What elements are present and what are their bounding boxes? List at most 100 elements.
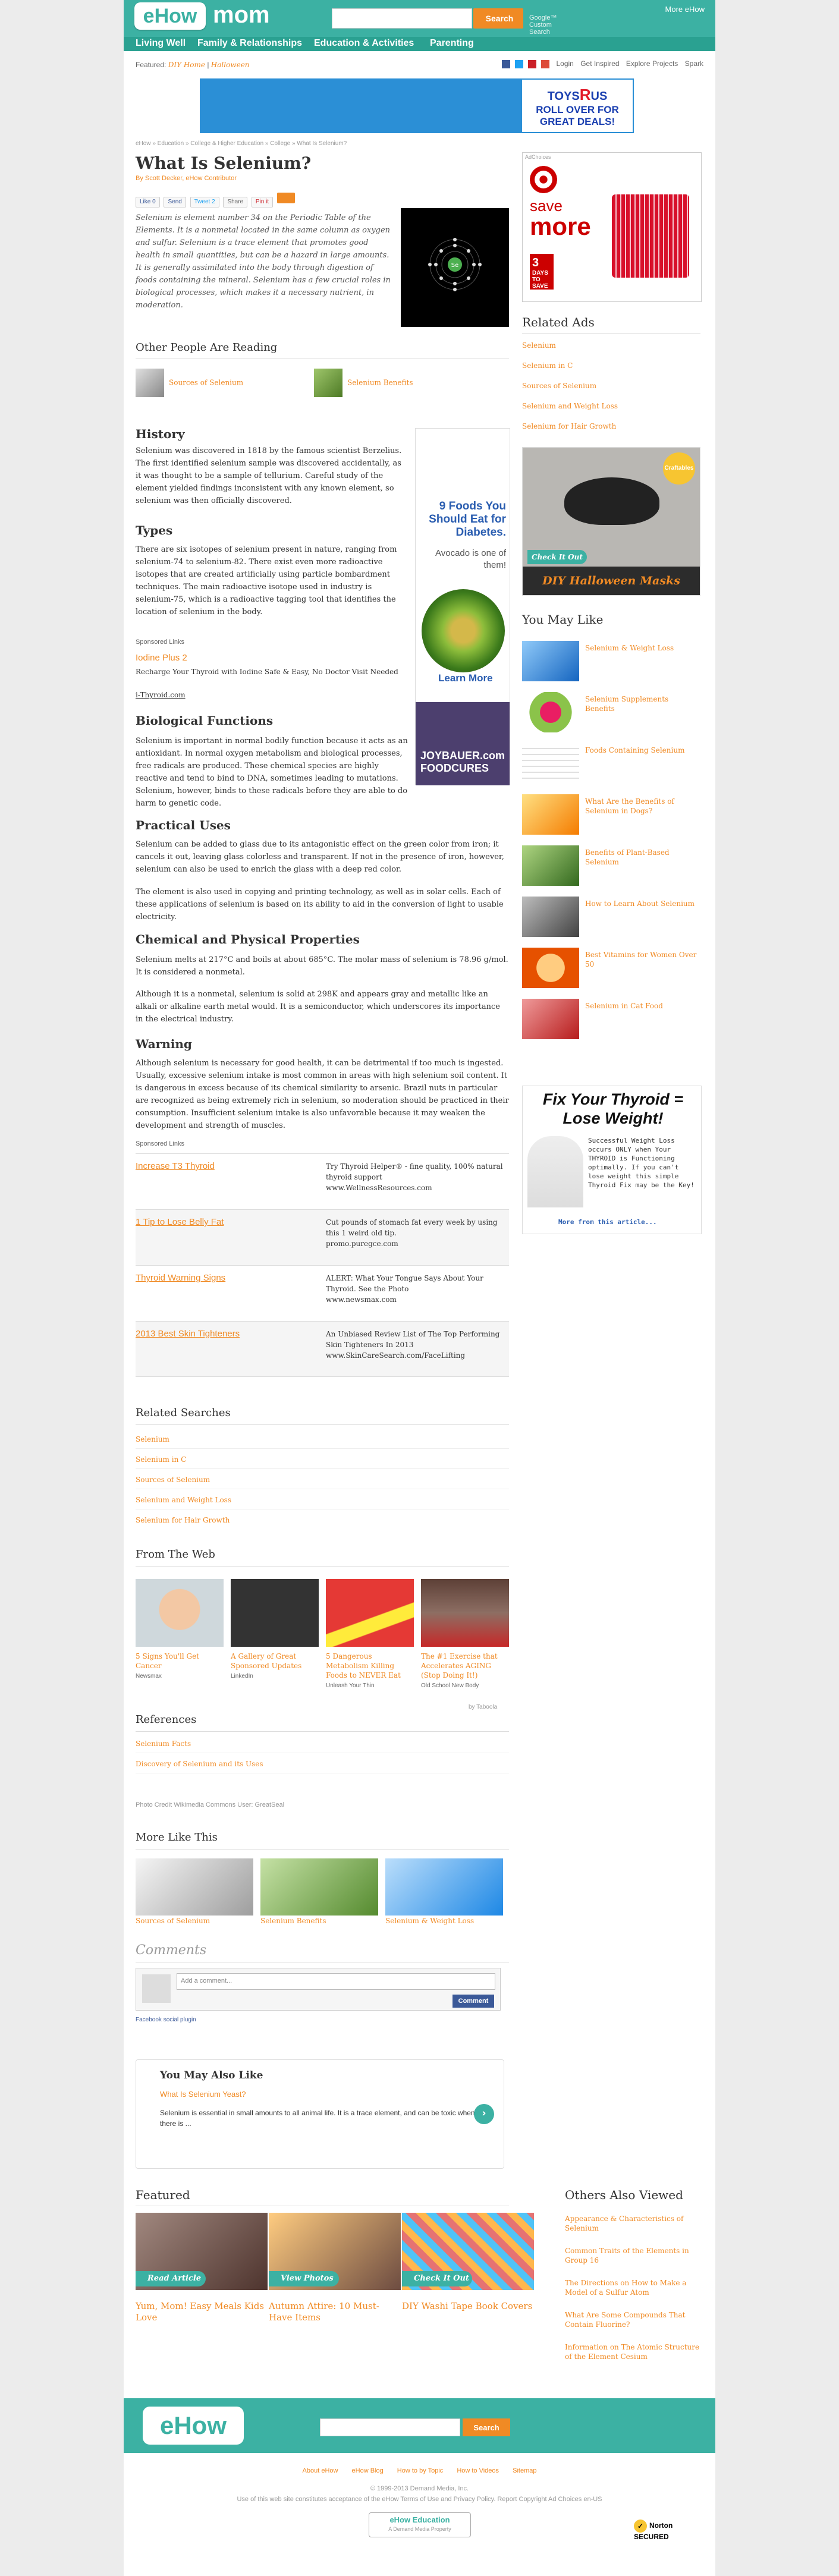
web-card-title[interactable]: The #1 Exercise that Accelerates AGING (… xyxy=(421,1652,509,1680)
web-card[interactable]: 5 Signs You'll Get Cancer Newsmax xyxy=(136,1579,224,1679)
pin-it-button[interactable]: Pin it xyxy=(251,197,274,207)
arrow-right-icon[interactable]: › xyxy=(474,2104,494,2124)
ymal-link[interactable]: What Is Selenium Yeast? xyxy=(160,2090,246,2099)
check-it-out-label[interactable]: Check It Out xyxy=(527,550,587,564)
facebook-plugin-label[interactable]: Facebook social plugin xyxy=(136,2017,196,2023)
target-ad[interactable]: AdChoices save more 3 DAYS TO SAVE xyxy=(522,152,702,302)
featured-card[interactable]: View Photos Autumn Attire: 10 Must-Have … xyxy=(269,2213,401,2323)
thyroid-ad-more-link[interactable]: More from this article... xyxy=(558,1218,657,1226)
table-row[interactable]: Increase T3 Thyroid Try Thyroid Helper® … xyxy=(136,1153,509,1209)
spark-link[interactable]: Spark xyxy=(685,59,703,68)
sponsored-link-iodine[interactable]: Iodine Plus 2 xyxy=(136,653,187,663)
search-button[interactable]: Search xyxy=(473,8,523,29)
read-article-label[interactable]: Read Article xyxy=(136,2271,206,2286)
thyroid-ad[interactable]: Fix Your Thyroid = Lose Weight! Successf… xyxy=(522,1086,702,1234)
web-card-title[interactable]: A Gallery of Great Sponsored Updates xyxy=(231,1652,319,1671)
taboola-credit[interactable]: by Taboola xyxy=(469,1704,497,1710)
facebook-icon[interactable] xyxy=(502,59,511,68)
get-inspired-link[interactable]: Get Inspired xyxy=(580,59,619,68)
web-card[interactable]: 5 Dangerous Metabolism Killing Foods to … xyxy=(326,1579,414,1689)
breadcrumb[interactable]: eHow » Education » College & Higher Educ… xyxy=(136,140,347,147)
facebook-like-button[interactable]: Like 0 xyxy=(136,197,160,207)
more-like-card[interactable]: Sources of Selenium xyxy=(136,1858,253,1925)
other-reading-item[interactable]: Sources of Selenium xyxy=(136,369,243,397)
featured-title[interactable]: Yum, Mom! Easy Meals Kids Love xyxy=(136,2301,268,2323)
login-link[interactable]: Login xyxy=(556,59,573,68)
share-button[interactable]: Share xyxy=(223,197,248,207)
facebook-send-button[interactable]: Send xyxy=(164,197,186,207)
toys-r-us-ad[interactable]: TOYSRUS ROLL OVER FOR GREAT DEALS! xyxy=(521,78,634,133)
ad-link[interactable]: 1 Tip to Lose Belly Fat xyxy=(136,1217,224,1227)
nav-living-well[interactable]: Living Well xyxy=(136,38,186,49)
related-search-link[interactable]: Selenium in C xyxy=(136,1455,186,1464)
related-ad-link[interactable]: Selenium in C xyxy=(522,361,573,370)
yml-link[interactable]: Selenium Supplements Benefits xyxy=(585,694,698,713)
ad-url[interactable]: www.newsmax.com xyxy=(326,1295,397,1304)
related-search-link[interactable]: Selenium xyxy=(136,1435,169,1443)
sponsored-url[interactable]: i-Thyroid.com xyxy=(136,691,186,699)
web-card-title[interactable]: 5 Dangerous Metabolism Killing Foods to … xyxy=(326,1652,414,1680)
yml-link[interactable]: Benefits of Plant-Based Selenium xyxy=(585,848,698,867)
you-may-like-item[interactable]: Benefits of Plant-Based Selenium xyxy=(522,845,700,888)
you-may-like-item[interactable]: Foods Containing Selenium xyxy=(522,743,700,786)
ad-url[interactable]: www.WellnessResources.com xyxy=(326,1184,432,1192)
yml-link[interactable]: Foods Containing Selenium xyxy=(585,746,698,755)
web-card-title[interactable]: 5 Signs You'll Get Cancer xyxy=(136,1652,224,1671)
others-viewed-link[interactable]: Information on The Atomic Structure of t… xyxy=(565,2342,702,2361)
web-card[interactable]: The #1 Exercise that Accelerates AGING (… xyxy=(421,1579,509,1689)
footer-search-input[interactable] xyxy=(320,2418,460,2436)
table-row[interactable]: Thyroid Warning Signs ALERT: What Your T… xyxy=(136,1265,509,1321)
table-row[interactable]: 2013 Best Skin Tighteners An Unbiased Re… xyxy=(136,1321,509,1377)
more-like-card[interactable]: Selenium Benefits xyxy=(260,1858,378,1925)
rss-icon[interactable] xyxy=(276,193,295,203)
search-input[interactable] xyxy=(332,8,472,29)
related-ad-link[interactable]: Sources of Selenium xyxy=(522,382,596,390)
more-like-card[interactable]: Selenium & Weight Loss xyxy=(385,1858,503,1925)
pinterest-icon[interactable] xyxy=(528,59,537,68)
nav-parenting[interactable]: Parenting xyxy=(430,38,474,49)
ad-link[interactable]: Increase T3 Thyroid xyxy=(136,1161,215,1171)
ad-url[interactable]: promo.puregce.com xyxy=(326,1240,398,1248)
explore-projects-link[interactable]: Explore Projects xyxy=(626,59,678,68)
footer-link[interactable]: Sitemap xyxy=(513,2467,536,2474)
you-may-like-item[interactable]: Selenium Supplements Benefits xyxy=(522,692,700,735)
footer-search-button[interactable]: Search xyxy=(463,2418,510,2436)
featured-title[interactable]: DIY Washi Tape Book Covers xyxy=(402,2301,534,2312)
twitter-icon[interactable] xyxy=(515,59,524,68)
footer-link[interactable]: eHow Blog xyxy=(352,2467,384,2474)
web-card[interactable]: A Gallery of Great Sponsored Updates Lin… xyxy=(231,1579,319,1679)
more-ehow-link[interactable]: More eHow xyxy=(665,5,705,14)
footer-link[interactable]: How to by Topic xyxy=(397,2467,443,2474)
adchoices-label[interactable]: AdChoices xyxy=(525,154,551,160)
ad-url[interactable]: www.SkinCareSearch.com/FaceLifting xyxy=(326,1351,465,1360)
comment-button[interactable]: Comment xyxy=(453,1995,494,2008)
featured-card[interactable]: Read Article Yum, Mom! Easy Meals Kids L… xyxy=(136,2213,268,2323)
ad-link[interactable]: Thyroid Warning Signs xyxy=(136,1273,225,1283)
comment-input[interactable]: Add a comment... xyxy=(177,1973,495,1990)
nav-family-relationships[interactable]: Family & Relationships xyxy=(197,38,302,49)
learn-more-link[interactable]: Learn More xyxy=(438,672,493,684)
site-logo[interactable]: eHow mom xyxy=(134,0,270,31)
related-ad-link[interactable]: Selenium for Hair Growth xyxy=(522,422,616,430)
yml-link[interactable]: What Are the Benefits of Selenium in Dog… xyxy=(585,797,698,816)
ad-link[interactable]: 2013 Best Skin Tighteners xyxy=(136,1329,240,1339)
other-reading-link[interactable]: Sources of Selenium xyxy=(169,379,243,387)
others-viewed-link[interactable]: What Are Some Compounds That Contain Flu… xyxy=(565,2310,702,2329)
demand-media-logo[interactable]: eHow Education A Demand Media Property xyxy=(369,2512,471,2537)
reference-link[interactable]: Selenium Facts xyxy=(136,1740,191,1748)
other-reading-item[interactable]: Selenium Benefits xyxy=(314,369,413,397)
others-viewed-link[interactable]: Appearance & Characteristics of Selenium xyxy=(565,2214,702,2233)
reference-link[interactable]: Discovery of Selenium and its Uses xyxy=(136,1760,263,1768)
google-plus-icon[interactable] xyxy=(541,59,550,68)
featured-card[interactable]: Check It Out DIY Washi Tape Book Covers xyxy=(402,2213,534,2312)
halloween-ad-title[interactable]: DIY Halloween Masks xyxy=(523,567,700,595)
you-may-like-item[interactable]: What Are the Benefits of Selenium in Dog… xyxy=(522,794,700,837)
related-ad-link[interactable]: Selenium xyxy=(522,341,556,350)
byline[interactable]: By Scott Decker, eHow Contributor xyxy=(136,175,237,182)
you-may-like-item[interactable]: How to Learn About Selenium xyxy=(522,897,700,939)
banner-ad[interactable]: TOYSRUS ROLL OVER FOR GREAT DEALS! xyxy=(200,78,634,133)
yml-link[interactable]: How to Learn About Selenium xyxy=(585,899,698,908)
you-may-like-item[interactable]: Selenium & Weight Loss xyxy=(522,641,700,684)
related-search-link[interactable]: Selenium for Hair Growth xyxy=(136,1516,230,1524)
footer-link[interactable]: About eHow xyxy=(303,2467,338,2474)
